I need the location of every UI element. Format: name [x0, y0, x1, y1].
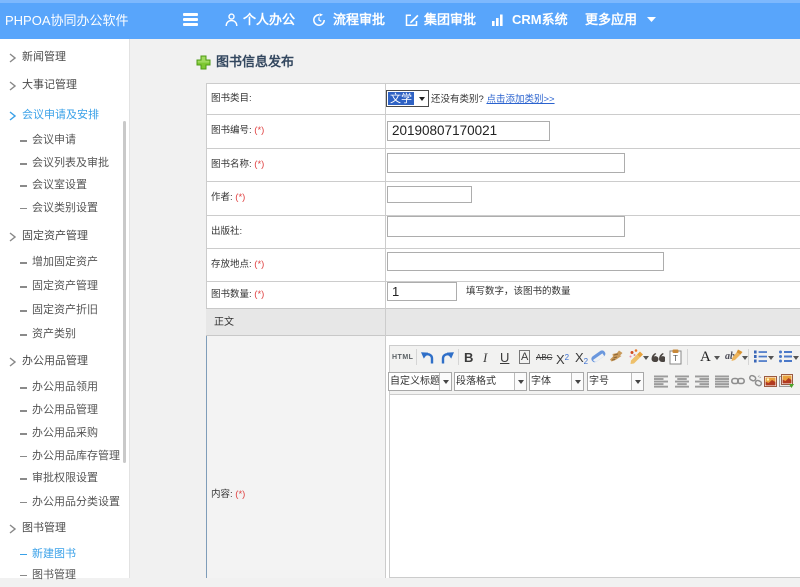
- svg-text:T: T: [673, 354, 678, 363]
